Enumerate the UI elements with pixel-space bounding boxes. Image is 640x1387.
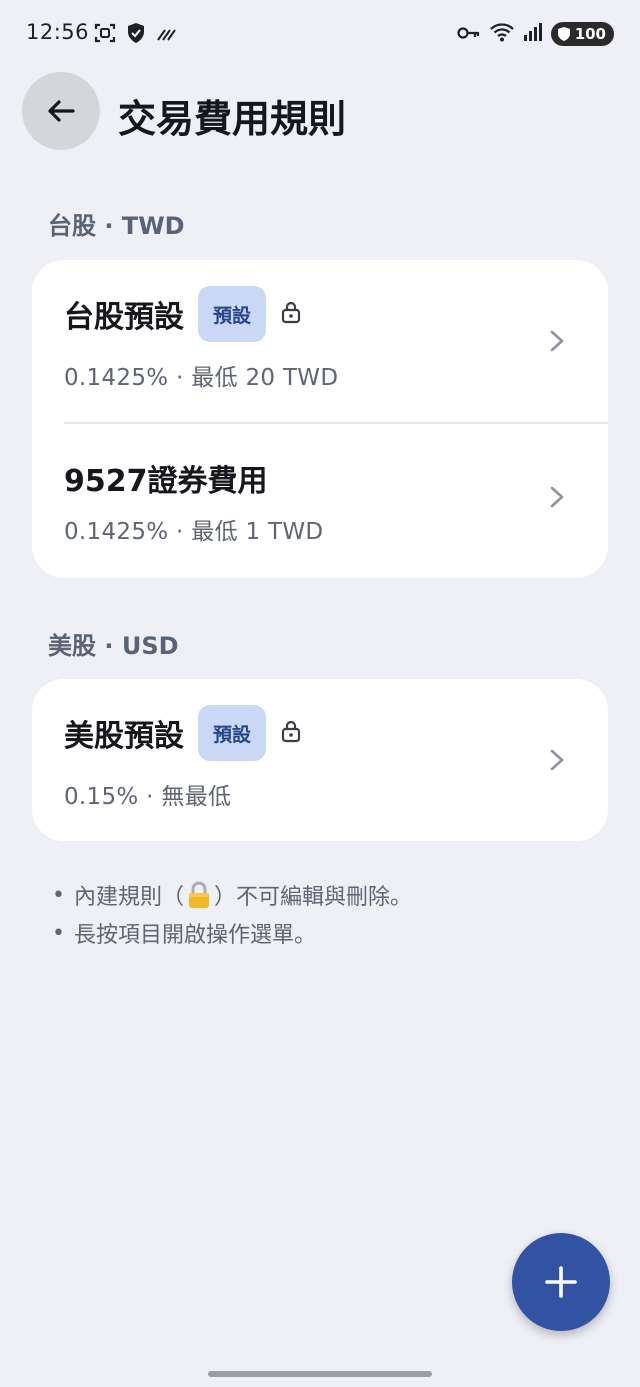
default-badge: 預設 [198, 286, 266, 342]
chevron-right-icon [550, 486, 564, 508]
battery-shield-icon [557, 27, 570, 41]
note-text: 長按項目開啟操作選單。 [74, 923, 317, 948]
rule-item-tw-default[interactable]: 台股預設 預設 0.1425% · 最低 20 TWD [32, 260, 608, 420]
status-left-icons [94, 22, 178, 48]
screenshot-icon [94, 22, 116, 48]
status-right-icons: 100 [457, 21, 614, 47]
gesture-nav-handle[interactable] [208, 1371, 432, 1377]
rule-detail: 0.1425% · 最低 20 TWD [64, 365, 339, 391]
lock-icon [280, 300, 302, 328]
plus-icon [545, 1266, 577, 1298]
lock-emoji-icon [186, 880, 212, 910]
section-label-twd: 台股 · TWD [48, 212, 185, 240]
rule-name: 9527證券費用 [64, 464, 268, 499]
lock-icon [280, 719, 302, 747]
note-line-1: • 內建規則（ ）不可編輯與刪除。 [52, 876, 412, 914]
rule-card-usd: 美股預設 預設 0.15% · 無最低 [32, 679, 608, 841]
shield-icon [126, 22, 146, 48]
rule-name: 台股預設 [64, 300, 184, 335]
rule-card-twd: 台股預設 預設 0.1425% · 最低 20 TWD 9527證券費用 0.1… [32, 260, 608, 578]
section-label-usd: 美股 · USD [48, 632, 179, 660]
chevron-right-icon [550, 749, 564, 771]
default-badge: 預設 [198, 705, 266, 761]
arrow-left-icon [48, 100, 75, 122]
add-rule-button[interactable] [512, 1233, 610, 1331]
bullet: • [52, 882, 65, 908]
rule-name-line: 台股預設 預設 [64, 286, 302, 342]
rule-item-9527[interactable]: 9527證券費用 0.1425% · 最低 1 TWD [32, 424, 608, 578]
status-bar: 12:56 100 [0, 0, 640, 68]
rule-name-line: 美股預設 預設 [64, 705, 302, 761]
battery-indicator: 100 [550, 22, 614, 46]
battery-level: 100 [574, 25, 606, 43]
page-title: 交易費用規則 [118, 97, 347, 141]
note-line-2: • 長按項目開啟操作選單。 [52, 914, 412, 952]
cell-signal-icon [523, 22, 543, 46]
key-icon [457, 25, 481, 44]
back-button[interactable] [22, 72, 100, 150]
rule-detail: 0.15% · 無最低 [64, 784, 232, 810]
status-time: 12:56 [26, 20, 90, 44]
screen: 12:56 100 交易費用規則 台股 · TWD 台股預設 預設 0.1425… [0, 0, 640, 1387]
rule-name: 美股預設 [64, 719, 184, 754]
rule-name-line: 9527證券費用 [64, 456, 268, 500]
note-text: 內建規則（ [74, 885, 185, 910]
rule-item-us-default[interactable]: 美股預設 預設 0.15% · 無最低 [32, 679, 608, 841]
wifi-icon [489, 21, 515, 47]
chevron-right-icon [550, 330, 564, 352]
bullet: • [52, 920, 65, 946]
help-notes: • 內建規則（ ）不可編輯與刪除。 • 長按項目開啟操作選單。 [52, 876, 412, 952]
rule-detail: 0.1425% · 最低 1 TWD [64, 519, 324, 545]
note-text: ）不可編輯與刪除。 [214, 885, 413, 910]
signal-strike-icon [156, 26, 178, 45]
